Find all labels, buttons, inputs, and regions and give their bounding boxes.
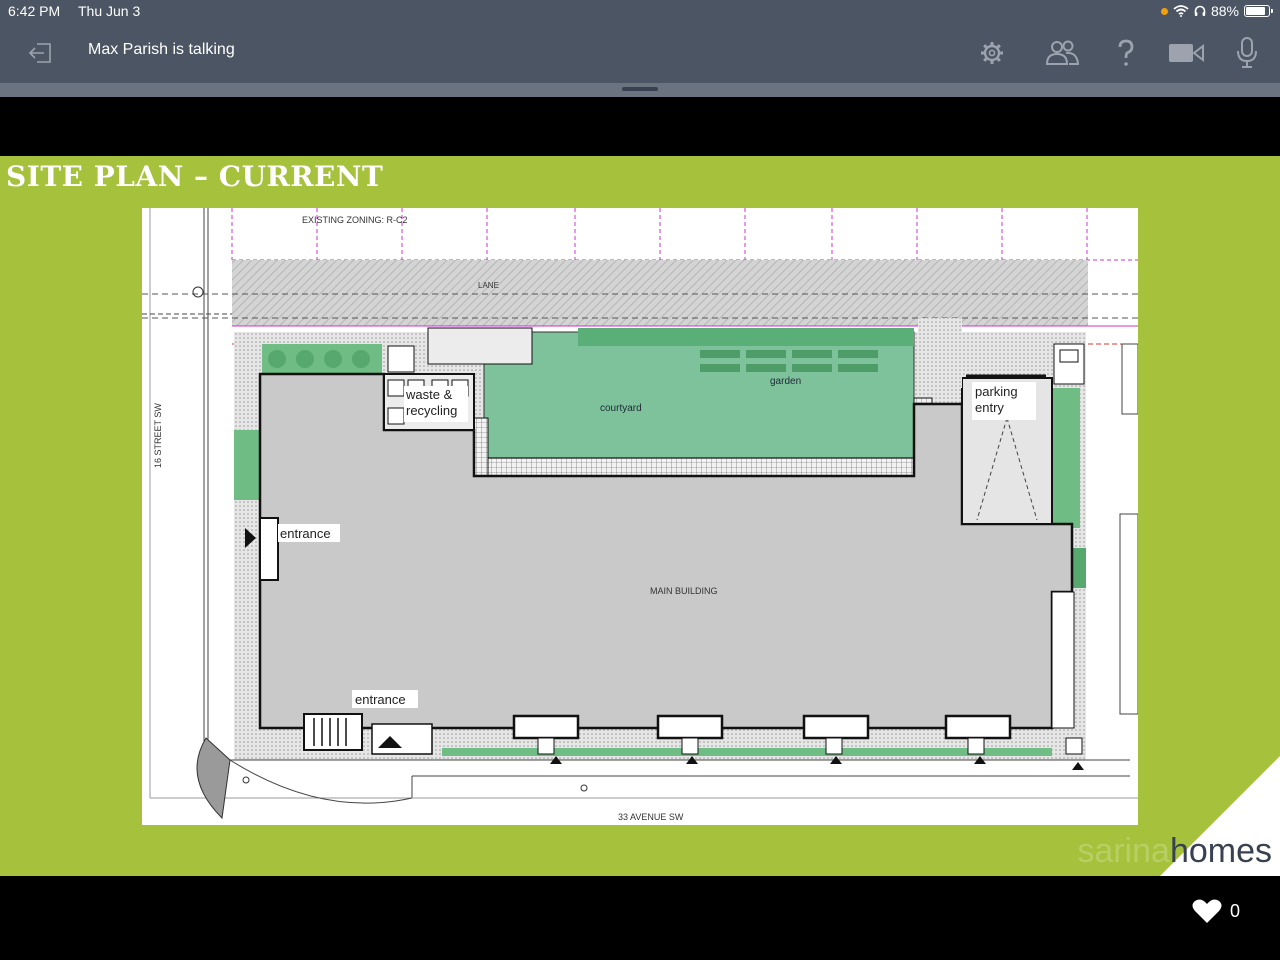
site-plan-drawing: EXISTING ZONING: R-C2 LANE 16 STREET SW [142, 208, 1138, 825]
settings-gear-icon[interactable] [974, 36, 1010, 70]
south-street-label: 33 AVENUE SW [618, 812, 684, 822]
status-date: Thu Jun 3 [78, 3, 141, 19]
planter-west [234, 430, 260, 500]
status-bar: 6:42 PM Thu Jun 3 88% [0, 0, 1280, 24]
main-building-label: MAIN BUILDING [650, 586, 718, 596]
like-count: 0 [1229, 900, 1240, 921]
zoning-label: EXISTING ZONING: R-C2 [302, 215, 408, 225]
battery-percent: 88% [1210, 3, 1239, 19]
help-icon[interactable] [1108, 36, 1144, 70]
status-right-cluster: 88% [1160, 3, 1273, 19]
battery-icon [1244, 5, 1273, 17]
parking-label-1: parking [975, 384, 1018, 399]
garden-label: garden [770, 376, 801, 387]
west-entrance-vestibule [259, 517, 279, 581]
shared-slide: SITE PLAN – CURRENT EXISTING ZONING: R-C… [0, 156, 1280, 876]
panel-drag-handle[interactable] [0, 83, 1280, 97]
headphones-icon [1194, 5, 1206, 16]
waste-label-2: recycling [406, 403, 457, 418]
courtyard-label: courtyard [600, 403, 642, 414]
south-entrance-stairs [303, 713, 363, 751]
microphone-icon[interactable] [1230, 36, 1266, 70]
wifi-icon [1173, 5, 1189, 17]
speaker-status: Max Parish is talking [88, 41, 235, 58]
west-entrance-label: entrance [280, 526, 331, 541]
orange-dot-icon [1160, 7, 1168, 15]
status-time: 6:42 PM [8, 3, 61, 19]
heart-icon[interactable] [1192, 898, 1222, 924]
courtyard-paving [473, 457, 919, 477]
planter-south [442, 748, 1052, 756]
waste-label-1: waste & [405, 387, 453, 402]
drag-grip-icon[interactable] [622, 87, 658, 91]
like-counter[interactable]: 0 [1192, 898, 1240, 924]
parking-label-2: entry [975, 400, 1004, 415]
exit-icon[interactable] [26, 38, 56, 68]
south-entrance-label: entrance [355, 692, 406, 707]
lane-strip [232, 260, 1088, 326]
lane-label: LANE [478, 281, 499, 290]
site-plan-svg: EXISTING ZONING: R-C2 LANE 16 STREET SW [142, 208, 1138, 822]
west-street-label: 16 STREET SW [153, 403, 163, 468]
meeting-toolbar: Max Parish is talking [0, 24, 1280, 83]
video-camera-icon[interactable] [1168, 36, 1204, 70]
brand-logo: sarinahomes [1077, 832, 1272, 870]
participants-icon[interactable] [1044, 36, 1080, 70]
slide-title: SITE PLAN – CURRENT [6, 160, 384, 193]
planter-east [1052, 388, 1080, 528]
